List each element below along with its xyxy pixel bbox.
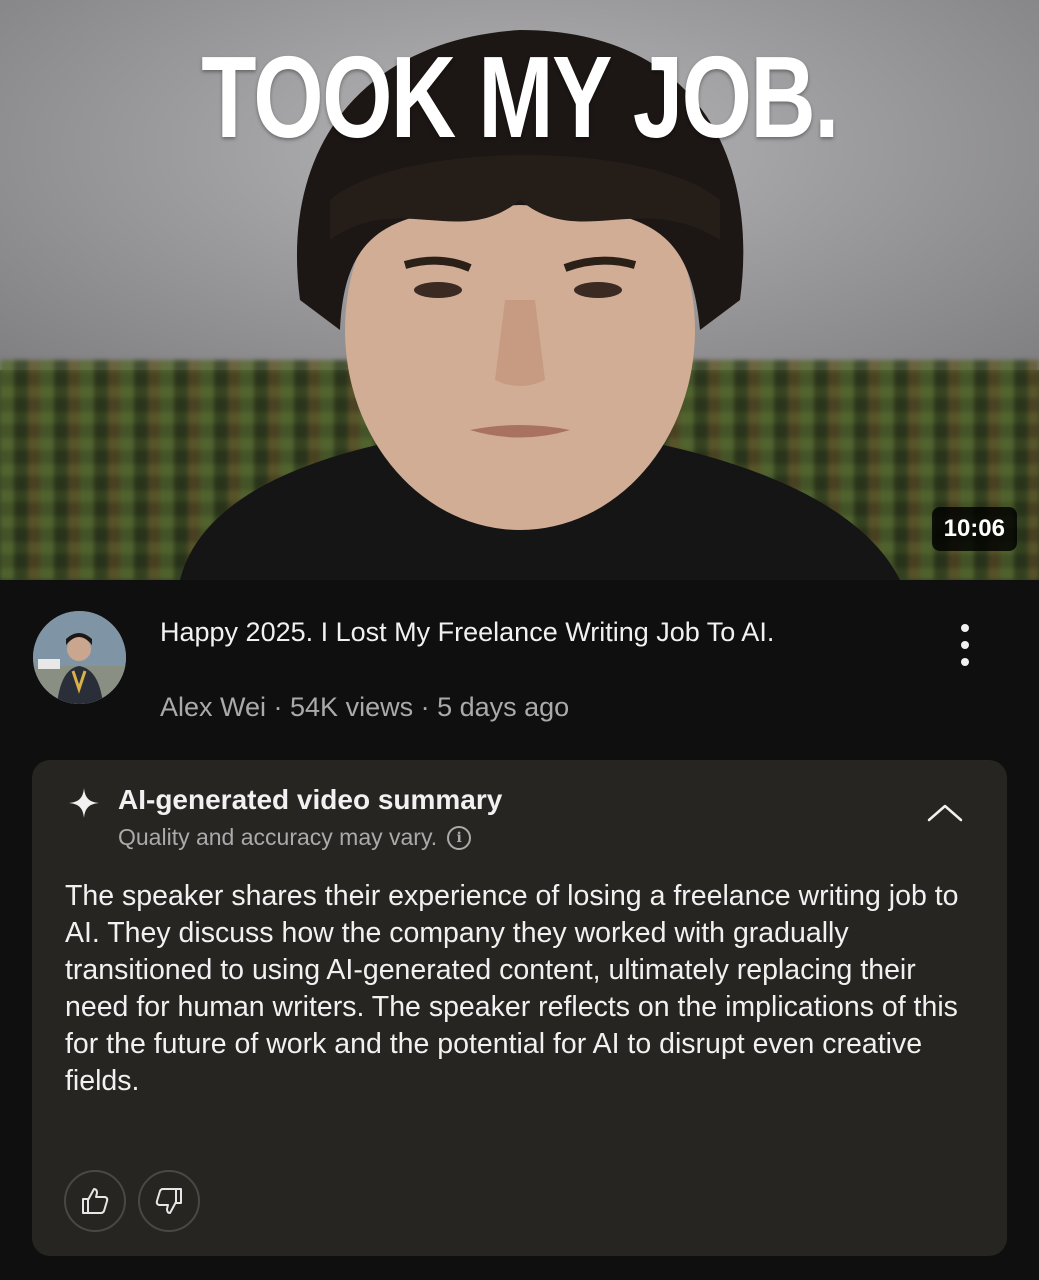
sparkle-icon [69, 788, 99, 818]
video-duration-badge: 10:06 [931, 507, 1017, 551]
summary-feedback [64, 1170, 200, 1232]
avatar-image [33, 611, 126, 704]
video-thumbnail[interactable]: TOOK MY JOB. 10:06 [0, 0, 1039, 580]
video-meta-row: Happy 2025. I Lost My Freelance Writing … [0, 580, 1039, 750]
like-button[interactable] [64, 1170, 126, 1232]
channel-avatar[interactable] [33, 611, 126, 704]
summary-body: The speaker shares their experience of l… [65, 880, 959, 1097]
summary-heading: AI-generated video summary [118, 784, 503, 815]
thumbs-up-icon [82, 1188, 109, 1214]
ai-summary-card: AI-generated video summary Quality and a… [32, 760, 1007, 1256]
info-icon[interactable]: i [447, 825, 472, 850]
more-vert-icon [961, 624, 969, 632]
summary-disclaimer: Quality and accuracy may vary. [118, 824, 438, 850]
chevron-up-icon[interactable] [925, 798, 965, 828]
video-title[interactable]: Happy 2025. I Lost My Freelance Writing … [160, 614, 920, 650]
channel-views-age[interactable]: Alex Wei · 54K views · 5 days ago [160, 692, 569, 723]
dislike-button[interactable] [138, 1170, 200, 1232]
thumbs-down-icon [155, 1188, 182, 1214]
summary-disclaimer-row: Quality and accuracy may vary. i [118, 824, 472, 851]
more-options-button[interactable] [950, 620, 980, 670]
thumbnail-title-text: TOOK MY JOB. [201, 32, 839, 162]
